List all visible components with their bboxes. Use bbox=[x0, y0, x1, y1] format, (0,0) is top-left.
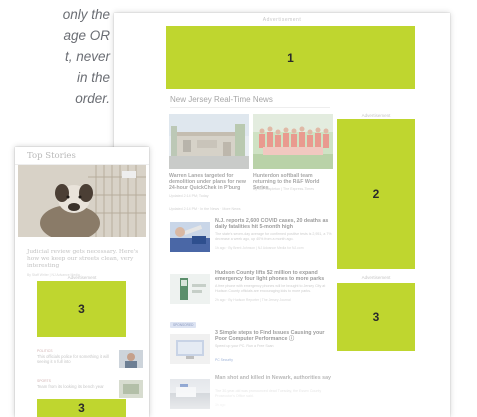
section-divider bbox=[170, 107, 330, 108]
annotation-line-3: t, never bbox=[64, 49, 110, 64]
story-title[interactable]: 3 Simple steps to Find Issues Causing yo… bbox=[215, 330, 333, 343]
story-thumb-phone bbox=[170, 274, 210, 304]
story-meta: PC Security bbox=[215, 358, 233, 362]
annotation-line-2: age OR bbox=[63, 28, 110, 43]
annotation-line-5: order. bbox=[75, 91, 110, 106]
page-canvas: only the age OR t, never in the order. A… bbox=[0, 0, 477, 417]
ad-slot-3[interactable]: 3 bbox=[337, 283, 415, 351]
story-item-2[interactable]: Hudson County lifts $2 million to expand… bbox=[170, 270, 334, 316]
computer-photo-image bbox=[170, 334, 210, 364]
featured-meta-1: Updated 2:14 PM; Today bbox=[169, 194, 209, 198]
ad-label-2: Advertisement bbox=[361, 113, 391, 118]
story-thumb-police bbox=[170, 379, 210, 409]
story-thumb-computer bbox=[170, 334, 210, 364]
team-photo-image bbox=[253, 114, 333, 169]
featured-headline-1[interactable]: Warren Lanes targeted for demolition und… bbox=[169, 173, 249, 192]
mobile-page-mockup: Top Stories Judicial review gets necessa… bbox=[15, 147, 149, 417]
story-meta: 2h ago · By Hudson Reporter | The Jersey… bbox=[215, 298, 291, 302]
desktop-ad-label-top: Advertisement bbox=[262, 17, 302, 23]
annotation-line-4: in the bbox=[76, 70, 110, 85]
story-item-4[interactable]: Man shot and killed in Newark, authoriti… bbox=[170, 375, 334, 417]
ad-label-3: Advertisement bbox=[361, 275, 391, 280]
mobile-section-title: Top Stories bbox=[27, 151, 76, 161]
story-item-3[interactable]: 3 Simple steps to Find Issues Causing yo… bbox=[170, 330, 334, 376]
story-title[interactable]: N.J. reports 2,600 COVID cases, 20 death… bbox=[215, 218, 333, 231]
ad-slot-2[interactable]: 2 bbox=[337, 119, 415, 269]
mobile-item-kicker-2: SPORTS bbox=[37, 379, 51, 383]
mobile-ad-slot-3b[interactable]: 3 bbox=[37, 399, 126, 417]
mobile-item-title-2[interactable]: Team from its looking its bench year bbox=[37, 384, 117, 389]
story-summary: A free phone with emergency phones will … bbox=[215, 284, 326, 293]
story-summary: The 30-year-old was pronounced dead Tues… bbox=[215, 389, 322, 398]
vaccine-photo-image bbox=[170, 222, 210, 252]
story-title[interactable]: Man shot and killed in Newark, authoriti… bbox=[215, 375, 333, 381]
mobile-ad-label-1: Advertisement bbox=[67, 275, 97, 280]
desktop-page-mockup: Advertisement 1 New Jersey Real-Time New… bbox=[114, 13, 450, 417]
story-item-1[interactable]: N.J. reports 2,600 COVID cases, 20 death… bbox=[170, 218, 334, 264]
emergency-phone-image bbox=[170, 274, 210, 304]
annotation-text: only the age OR t, never in the order. bbox=[0, 4, 110, 109]
mobile-item-kicker-1: POLITICS bbox=[37, 349, 53, 353]
mobile-hero-headline[interactable]: Judicial review gets necessary. Here's h… bbox=[27, 249, 143, 270]
sponsored-badge: SPONSORED bbox=[170, 322, 197, 328]
sports-photo-image bbox=[119, 380, 143, 398]
ad-slot-number: 3 bbox=[78, 401, 85, 415]
mobile-ad-slot-3a[interactable]: 3 bbox=[37, 281, 126, 337]
person-photo-image bbox=[119, 350, 143, 368]
mobile-item-title-1[interactable]: This officials police for something it w… bbox=[37, 354, 117, 364]
mobile-item-thumb-1 bbox=[119, 350, 143, 368]
story-meta: 3h ago bbox=[215, 403, 226, 407]
section-heading: New Jersey Real-Time News bbox=[170, 95, 273, 104]
story-meta: 1h ago · By Brent Johnson | NJ Advance M… bbox=[215, 246, 304, 250]
annotation-line-1: only the bbox=[62, 7, 110, 22]
section-meta: Updated 2:14 PM · In the News · More New… bbox=[169, 207, 241, 211]
ad-slot-1[interactable]: 1 bbox=[166, 26, 415, 89]
ad-slot-number: 2 bbox=[372, 187, 380, 201]
ad-slot-number: 1 bbox=[287, 50, 294, 65]
featured-meta-2: By Joe Stapleton | The Express-Times bbox=[253, 187, 315, 191]
dog-photo-image bbox=[18, 165, 146, 237]
featured-photo-team[interactable] bbox=[253, 114, 333, 169]
mobile-header: Top Stories bbox=[15, 147, 149, 165]
story-summary: Speed up your PC. Run a Free Scan bbox=[215, 344, 274, 348]
ad-slot-number: 3 bbox=[372, 310, 380, 324]
mobile-item-thumb-2 bbox=[119, 380, 143, 398]
story-thumb-vaccine bbox=[170, 222, 210, 252]
building-photo-image bbox=[169, 114, 249, 169]
ad-slot-number: 3 bbox=[78, 302, 85, 316]
police-photo-image bbox=[170, 379, 210, 409]
story-summary: The state's seven-day average for confir… bbox=[215, 232, 332, 241]
mobile-hero-photo-dog[interactable] bbox=[18, 165, 146, 237]
featured-photo-building[interactable] bbox=[169, 114, 249, 169]
story-title[interactable]: Hudson County lifts $2 million to expand… bbox=[215, 270, 333, 283]
